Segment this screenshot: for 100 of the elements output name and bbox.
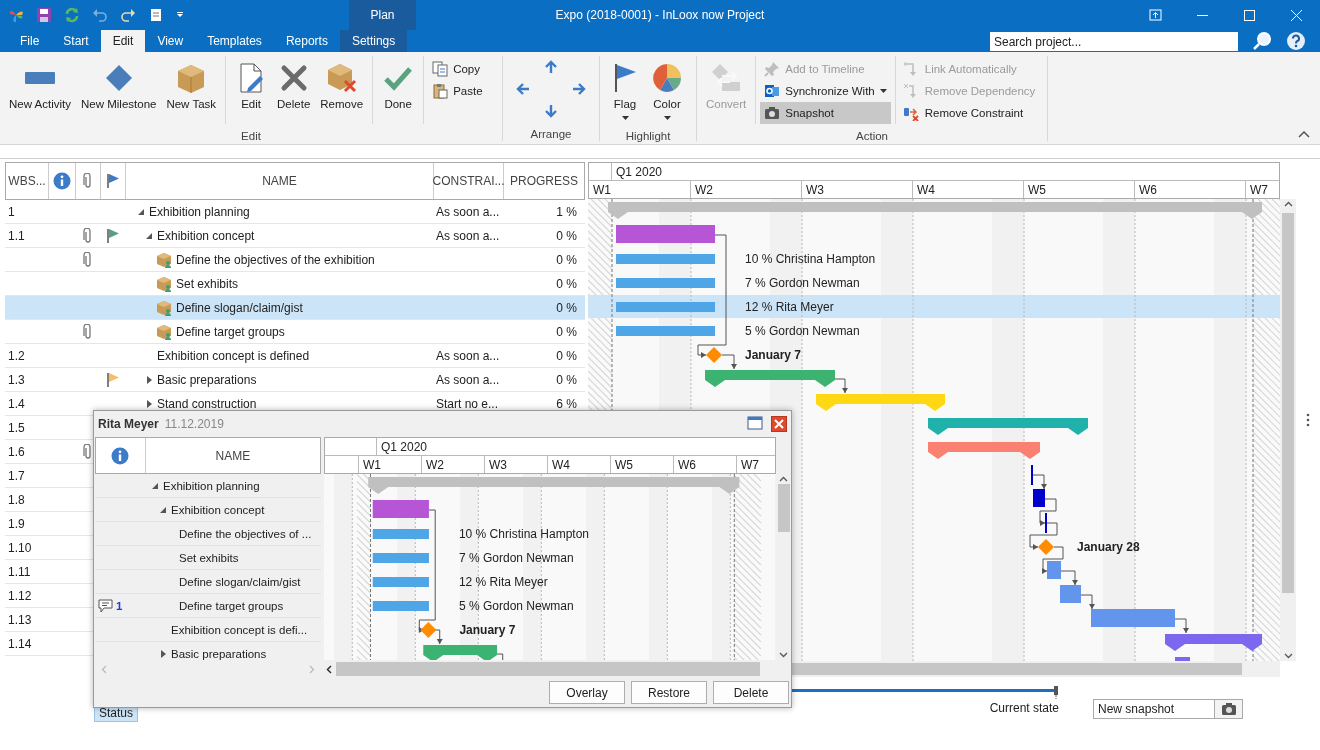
ribbon-button[interactable]: Snapshot [760, 102, 891, 124]
task-name: Exhibition concept [171, 503, 265, 516]
scroll-down-icon[interactable] [1283, 653, 1293, 660]
table-row[interactable]: 1.3 Basic preparations As soon a... 0 % [5, 368, 585, 392]
ribbon-tab[interactable]: Edit [100, 30, 146, 52]
collapse-triangle-icon[interactable] [151, 481, 159, 490]
arrow-down-icon[interactable] [543, 103, 559, 119]
scroll-thumb[interactable] [1282, 213, 1294, 594]
convert-arrows-icon [710, 62, 743, 94]
milestone-diamond[interactable] [1038, 539, 1054, 556]
expand-triangle-icon[interactable] [159, 649, 167, 658]
dialog-button[interactable]: Restore [631, 681, 707, 704]
summary-bar[interactable] [1165, 634, 1262, 652]
resource-label: 10 % Christina Hampton [745, 252, 876, 267]
summary-bar[interactable] [928, 442, 1040, 460]
marker-line[interactable] [1031, 465, 1033, 486]
help-button[interactable] [1286, 30, 1306, 52]
dialog-button[interactable]: Overlay [549, 681, 625, 704]
scroll-thumb[interactable] [777, 484, 790, 532]
scroll-up-icon[interactable] [779, 476, 788, 482]
expand-triangle-icon[interactable] [145, 399, 153, 408]
milestone-date: January 7 [745, 348, 802, 363]
progress-text: 0 % [556, 276, 577, 291]
ribbon-tab[interactable]: View [145, 30, 196, 52]
table-row[interactable]: 1.2 Exhibition concept is defined As soon a... 0 % [5, 344, 585, 368]
marker-line[interactable] [1045, 513, 1047, 534]
save-icon[interactable] [36, 7, 52, 23]
maximize-button[interactable] [747, 416, 763, 432]
scroll-right-icon[interactable] [309, 664, 315, 674]
column-header[interactable]: PROGRESS [504, 163, 584, 199]
scroll-up-icon[interactable] [1283, 201, 1293, 208]
paperclip-icon [83, 173, 93, 189]
ribbon-button[interactable]: Remove Constraint [899, 102, 1040, 124]
resource-label: 12 % Rita Meyer [458, 575, 548, 589]
ribbon-tab[interactable]: Start [51, 30, 101, 52]
ribbon-button[interactable]: Synchronize With [760, 80, 891, 102]
caret-icon[interactable] [176, 11, 184, 19]
ribbon-button[interactable]: Paste [428, 80, 487, 102]
snapshot-button[interactable] [1215, 699, 1244, 719]
refresh-icon[interactable] [64, 7, 80, 23]
scroll-left-icon[interactable] [326, 664, 332, 674]
box-person-icon [156, 275, 172, 292]
ribbon-button[interactable]: Remove [315, 56, 369, 124]
scroll-down-icon[interactable] [779, 652, 788, 658]
caret-icon [879, 89, 887, 93]
summary-bar[interactable] [368, 477, 740, 494]
scroll-thumb[interactable] [336, 662, 760, 676]
search-field[interactable]: Search project... [990, 32, 1238, 51]
progress-text: 0 % [556, 252, 577, 267]
arrow-up-icon[interactable] [543, 59, 559, 75]
summary-bar[interactable] [928, 418, 1088, 436]
snapshot-name-field[interactable]: New snapshot [1093, 699, 1216, 719]
table-row[interactable]: 1 Exhibition planning As soon a... 1 % [5, 200, 585, 224]
ribbon-tab[interactable]: Templates [195, 30, 274, 52]
collapse-triangle-icon[interactable] [137, 207, 145, 216]
summary-bar[interactable] [705, 370, 835, 388]
summary-bar[interactable] [608, 202, 1262, 220]
column-header[interactable]: NAME [126, 163, 434, 199]
table-row[interactable]: Define target groups 0 % [5, 320, 585, 344]
vertical-scrollbar[interactable] [1280, 199, 1296, 662]
ribbon-button[interactable]: Edit [230, 56, 273, 124]
column-header[interactable]: CONSTRAI... [434, 163, 504, 199]
ribbon-tab[interactable]: Settings [339, 30, 408, 52]
task-bar[interactable] [1033, 489, 1045, 508]
ribbon-button[interactable]: New Milestone [76, 56, 162, 124]
column-header[interactable]: WBS... [6, 163, 49, 199]
ribbon-button[interactable]: Color [646, 56, 688, 124]
table-row[interactable]: Define the objectives of the exhibition 0 % [5, 248, 585, 272]
table-row[interactable]: 1.1 Exhibition concept As soon a... 0 % [5, 224, 585, 248]
dialog-button[interactable]: Delete [713, 681, 789, 704]
milestone-diamond[interactable] [420, 622, 437, 638]
collapse-triangle-icon[interactable] [159, 505, 167, 514]
milestone-diamond[interactable] [706, 347, 722, 364]
close-button[interactable] [771, 416, 787, 432]
ribbon-button[interactable]: Copy [428, 58, 487, 80]
resource-label: 12 % Rita Meyer [745, 300, 834, 315]
ribbon-button[interactable]: Done [377, 56, 420, 124]
scroll-thumb[interactable] [792, 663, 1242, 676]
task-name: Set exhibits [176, 276, 239, 291]
redo-icon[interactable] [120, 7, 136, 23]
ribbon-tab[interactable]: File [8, 30, 52, 52]
ribbon-button[interactable]: New Activity [4, 56, 76, 124]
ribbon-button[interactable]: Delete [272, 56, 316, 124]
progress-text: 0 % [556, 228, 577, 243]
column-header[interactable]: NAME [145, 438, 320, 473]
collapse-triangle-icon[interactable] [145, 231, 153, 240]
summary-bar[interactable] [423, 645, 498, 660]
help-icon [1286, 31, 1306, 51]
arrow-left-icon[interactable] [515, 81, 531, 97]
ribbon-tab[interactable]: Reports [273, 30, 340, 52]
group-label: Action [856, 129, 888, 144]
resource-label: 10 % Christina Hampton [458, 527, 589, 541]
arrow-right-icon[interactable] [571, 81, 587, 97]
grip-icon[interactable] [1306, 412, 1310, 427]
search-button[interactable] [1252, 30, 1272, 52]
expand-triangle-icon[interactable] [145, 375, 153, 384]
ribbon-button[interactable]: New Task [161, 56, 222, 124]
ribbon-button[interactable]: Flag [604, 56, 646, 124]
progress-text: 6 % [556, 396, 577, 411]
table-row[interactable]: Define slogan/claim/gist 0 % [5, 296, 585, 320]
